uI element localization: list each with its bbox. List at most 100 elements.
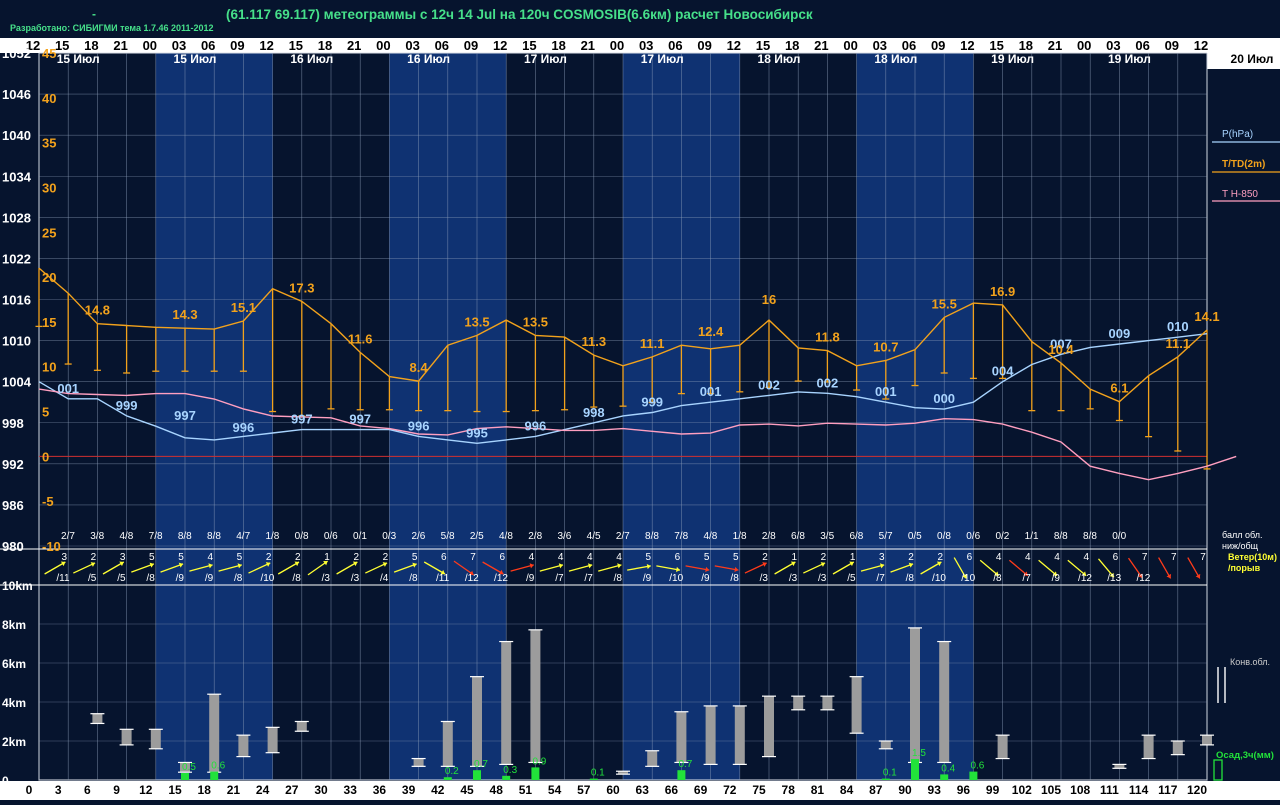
wind-speed: 4: [587, 552, 593, 563]
temp-axis-label: 35: [42, 136, 56, 151]
wind-gust: /9: [701, 573, 710, 584]
cloud-cover-value: 0/5: [908, 531, 922, 542]
temp-value-label: 11.3: [582, 334, 607, 349]
date-label: 17 Июл: [641, 52, 684, 66]
time-tick-label: 21: [113, 38, 127, 53]
cloud-cover-value: 7/8: [674, 531, 688, 542]
time-tick-label: 21: [814, 38, 828, 53]
cloud-bar: [296, 721, 307, 732]
cloud-bar: [822, 696, 833, 710]
pressure-value-label: 001: [875, 384, 897, 399]
temp-value-label: 14.8: [85, 303, 110, 318]
meteogram-chart: 12 15 18 21 00 03 06 09 12 15 18 21 00 03 06 09 12 15 18 21…: [0, 0, 1280, 800]
time-tick-label: 21: [1048, 38, 1062, 53]
wind-speed: 2: [908, 552, 914, 563]
cloud-cover-value: 0/6: [966, 531, 980, 542]
wind-gust: /8: [292, 573, 301, 584]
precip-label: 0.4: [941, 763, 955, 774]
pressure-value-label: 996: [525, 418, 547, 433]
end-date-label: 20 Июл: [1231, 52, 1274, 66]
wind-gust: /12: [465, 573, 479, 584]
lead-hour-label: 96: [957, 783, 971, 797]
cloud-bar: [1172, 741, 1183, 755]
cloud-cover-value: 1/8: [733, 531, 747, 542]
cloud-bar: [939, 641, 950, 763]
lead-hour-label: 24: [256, 783, 270, 797]
conv-cloud-legend: Конв.обл.: [1230, 657, 1270, 667]
wind-gust: /10: [669, 573, 683, 584]
wind-gust: /11: [56, 573, 70, 584]
lead-hour-label: 99: [986, 783, 1000, 797]
time-tick-label: 03: [405, 38, 419, 53]
lead-hour-label: 3: [55, 783, 62, 797]
wind-speed: 2: [821, 552, 827, 563]
pressure-value-label: 997: [291, 412, 313, 427]
cloud-cover-legend: ниж/общ: [1222, 541, 1259, 551]
time-tick-label: 12: [259, 38, 273, 53]
cloud-cover-value: 2/7: [61, 531, 75, 542]
time-tick-label: 03: [639, 38, 653, 53]
lead-hour-label: 21: [227, 783, 241, 797]
lead-hour-label: 105: [1041, 783, 1061, 797]
wind-gust: /5: [117, 573, 126, 584]
temp-axis-label: -5: [42, 494, 54, 509]
wind-gust: /3: [818, 573, 827, 584]
cloud-bar: [1143, 735, 1154, 759]
wind-gust: /8: [906, 573, 915, 584]
temp-value-label: 12.4: [698, 324, 724, 339]
date-label: 16 Июл: [290, 52, 333, 66]
temp-axis-label: 10: [42, 360, 56, 375]
temp-value-label: 13.5: [523, 314, 548, 329]
pressure-value-label: 996: [408, 418, 430, 433]
pressure-axis-label: 1040: [2, 128, 31, 143]
wind-speed: 4: [558, 552, 564, 563]
lead-hour-label: 108: [1070, 783, 1090, 797]
cloud-cover-value: 8/8: [207, 531, 221, 542]
cloud-bar: [501, 641, 512, 765]
cloud-cover-value: 4/8: [119, 531, 133, 542]
cloud-bar: [997, 735, 1008, 759]
lead-hour-label: 9: [113, 783, 120, 797]
pressure-value-label: 009: [1109, 326, 1131, 341]
wind-gust: /13: [1107, 573, 1121, 584]
pressure-value-label: 997: [174, 408, 196, 423]
pressure-axis-label: 1028: [2, 210, 31, 225]
precip-bar: [502, 775, 511, 780]
pressure-axis-label: 1046: [2, 87, 31, 102]
precip-label: 0.9: [532, 756, 546, 767]
wind-speed: 3: [61, 552, 67, 563]
cloud-bar: [734, 705, 745, 765]
cloud-cover-value: 4/5: [587, 531, 601, 542]
temp-value-label: 17.3: [289, 280, 314, 295]
lead-hour-label: 33: [344, 783, 358, 797]
lead-hour-label: 45: [460, 783, 474, 797]
cloud-cover-value: 2/5: [470, 531, 484, 542]
wind-speed: 7: [1142, 552, 1148, 563]
precip-label: 0.1: [883, 768, 897, 779]
pressure-value-label: 998: [583, 405, 605, 420]
temp-value-label: 11.6: [348, 331, 373, 346]
wind-speed: 2: [295, 552, 301, 563]
height-axis-label: 10km: [2, 579, 33, 593]
cloud-cover-value: 1/1: [1025, 531, 1039, 542]
temp-value-label: 14.3: [172, 307, 197, 322]
wind-gust: /9: [643, 573, 652, 584]
lead-hour-label: 66: [665, 783, 679, 797]
wind-gust: /12: [494, 573, 508, 584]
wind-speed: 2: [353, 552, 359, 563]
wind-speed: 3: [879, 552, 885, 563]
precip-bar: [677, 770, 686, 780]
cloud-bar: [764, 696, 774, 757]
cloud-cover-value: 6/8: [791, 531, 805, 542]
wind-speed: 5: [237, 552, 243, 563]
cloud-bar: [472, 676, 482, 767]
lead-hour-label: 48: [490, 783, 504, 797]
pressure-value-label: 001: [700, 384, 722, 399]
cloud-cover-value: 5/7: [879, 531, 893, 542]
cloud-bar: [1202, 735, 1212, 745]
cloud-cover-value: 0/8: [295, 531, 309, 542]
temp-axis-label: 20: [42, 270, 56, 285]
wind-speed: 4: [996, 552, 1002, 563]
lead-hour-label: 117: [1158, 783, 1178, 797]
lead-hour-label: 120: [1187, 783, 1207, 797]
